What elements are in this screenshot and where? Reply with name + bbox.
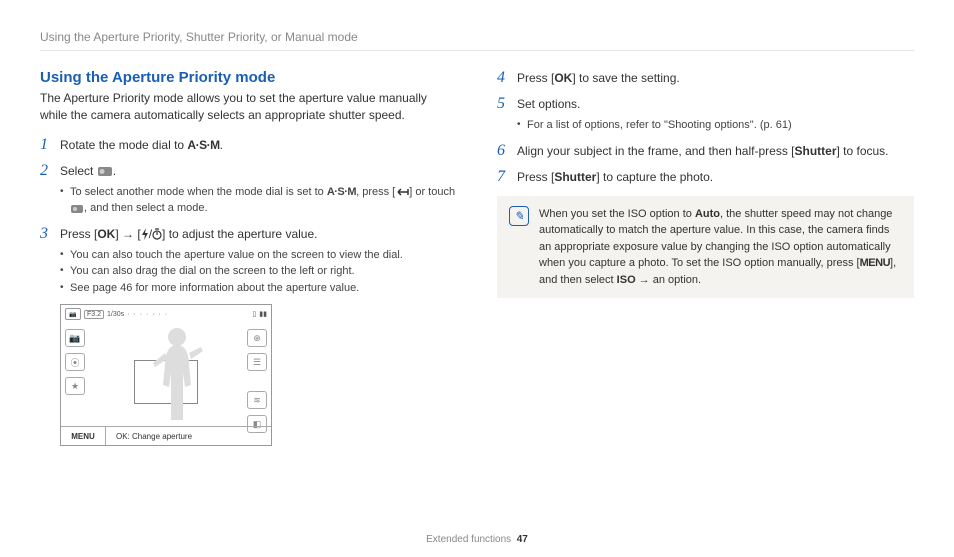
step-text: Set options. [517, 97, 580, 111]
step-text: . [220, 138, 223, 152]
step-text: Rotate the mode dial to [60, 138, 187, 152]
step-text: . [113, 164, 116, 178]
lcd-left-icon-1: 📷 [65, 329, 85, 347]
footer-page-number: 47 [517, 534, 528, 545]
step-3-sub-2: You can also drag the dial on the screen… [60, 263, 457, 280]
lcd-right-icon-1: ⊕ [247, 329, 267, 347]
lcd-menu-button: MENU [61, 427, 106, 445]
asm-icon: A·S·M [187, 138, 219, 152]
auto-label: Auto [695, 208, 720, 220]
lcd-message: OK: Change aperture [106, 432, 192, 441]
note-text: When you set the ISO option to Auto, the… [539, 206, 902, 289]
step-number: 3 [40, 225, 60, 243]
lcd-shutter-value: 1/30s [107, 311, 124, 318]
menu-button-icon: MENU [860, 257, 890, 269]
lcd-mode-icon: 📷 [65, 308, 81, 320]
lcd-left-icon-3: ★ [65, 377, 85, 395]
shutter-label: Shutter [794, 144, 836, 158]
step-4: 4 Press [OK] to save the setting. [497, 69, 914, 87]
step-number: 2 [40, 162, 60, 180]
step-text: Select [60, 164, 97, 178]
step-5-sub: For a list of options, refer to "Shootin… [517, 117, 914, 134]
step-7: 7 Press [Shutter] to capture the photo. [497, 168, 914, 186]
step-number: 6 [497, 142, 517, 160]
section-title: Using the Aperture Priority mode [40, 69, 457, 86]
step-6: 6 Align your subject in the frame, and t… [497, 142, 914, 160]
right-column: 4 Press [OK] to save the setting. 5 Set … [497, 69, 914, 446]
step-number: 7 [497, 168, 517, 186]
ok-button-icon: OK [97, 227, 115, 241]
lcd-right-icon-3: ≋ [247, 391, 267, 409]
step-2: 2 Select . To select another mode when t… [40, 162, 457, 217]
page-footer: Extended functions 47 [0, 534, 954, 545]
timer-icon [152, 228, 162, 240]
lcd-subject-silhouette [147, 325, 207, 425]
step-number: 1 [40, 136, 60, 154]
lcd-right-icon-2: ☰ [247, 353, 267, 371]
lcd-left-icon-2: ⦿ [65, 353, 85, 371]
footer-section: Extended functions [426, 534, 511, 545]
iso-label: ISO [617, 274, 636, 286]
note-icon: ✎ [509, 206, 529, 226]
note-box: ✎ When you set the ISO option to Auto, t… [497, 196, 914, 299]
aperture-mode-icon [97, 165, 113, 177]
asm-icon: A·S·M [327, 186, 356, 198]
intro-text: The Aperture Priority mode allows you to… [40, 90, 457, 124]
mode-touch-icon [70, 202, 84, 214]
step-2-sub: To select another mode when the mode dia… [60, 184, 457, 217]
lcd-battery-icon: ▮▮ [259, 310, 267, 318]
ok-button-icon: OK [554, 71, 572, 85]
step-5: 5 Set options. For a list of options, re… [497, 95, 914, 134]
step-3-sub-1: You can also touch the aperture value on… [60, 247, 457, 264]
lcd-aperture-value: F3.2 [84, 310, 104, 319]
camera-lcd-illustration: 📷 F3.2 1/30s · · · · · · · ▯ ▮▮ 📷 ⦿ ★ ⊕ … [60, 304, 272, 446]
step-text: Press [ [60, 227, 97, 241]
left-column: Using the Aperture Priority mode The Ape… [40, 69, 457, 446]
step-number: 5 [497, 95, 517, 113]
flash-icon [141, 228, 149, 240]
page-header: Using the Aperture Priority, Shutter Pri… [40, 30, 914, 51]
shutter-label: Shutter [554, 170, 596, 184]
step-1: 1 Rotate the mode dial to A·S·M. [40, 136, 457, 154]
step-3: 3 Press [OK] → [/] to adjust the apertur… [40, 225, 457, 297]
step-3-sub-3: See page 46 for more information about t… [60, 280, 457, 297]
lcd-storage-icon: ▯ [252, 310, 256, 318]
back-icon [395, 186, 409, 198]
step-number: 4 [497, 69, 517, 87]
lcd-exposure-scale: · · · · · · · [127, 311, 168, 318]
